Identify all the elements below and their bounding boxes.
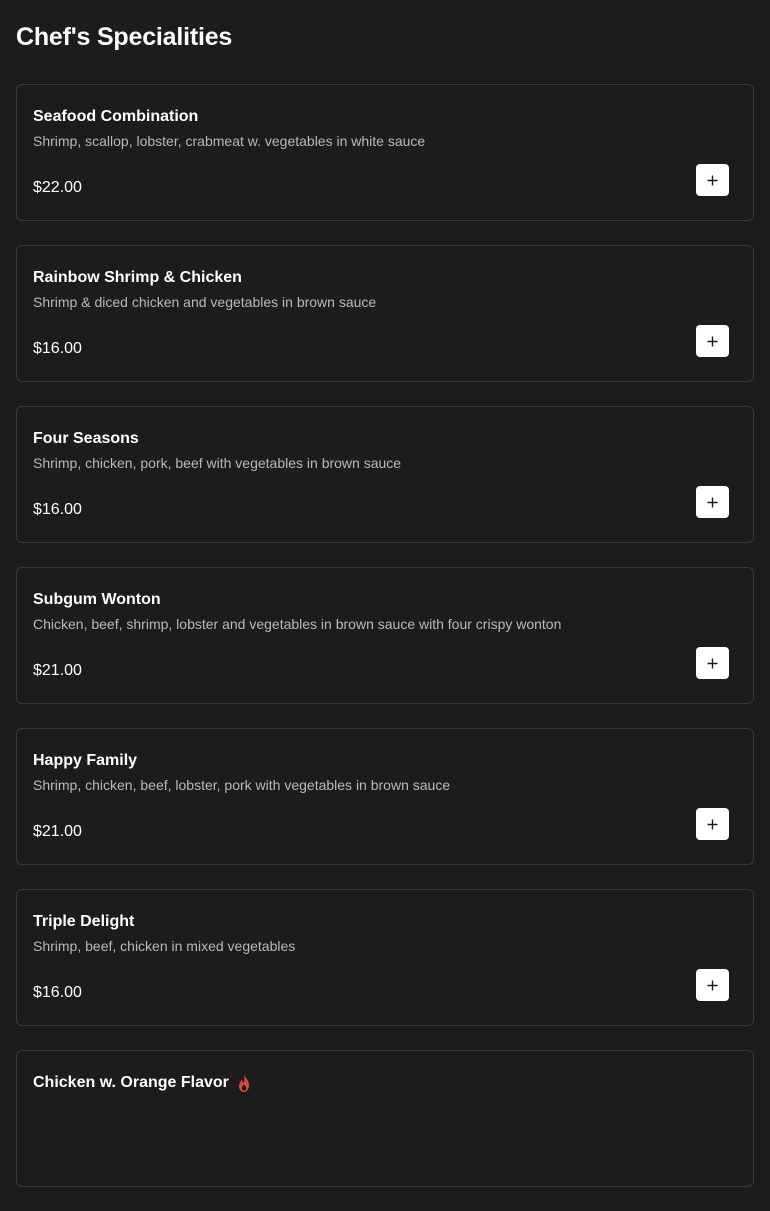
flame-icon: [238, 1074, 249, 1092]
item-name: Chicken w. Orange Flavor: [33, 1074, 229, 1091]
item-description: Shrimp, chicken, beef, lobster, pork wit…: [33, 777, 451, 793]
item-name: Rainbow Shrimp & Chicken: [33, 269, 242, 286]
add-to-cart-button[interactable]: [696, 486, 729, 518]
add-to-cart-button[interactable]: [696, 325, 729, 357]
item-price: $21.00: [33, 662, 82, 679]
menu-list: Seafood Combination Shrimp, scallop, lob…: [16, 84, 754, 1211]
add-to-cart-button[interactable]: [696, 808, 729, 840]
item-price: $16.00: [33, 501, 82, 518]
item-description: Shrimp, chicken, pork, beef with vegetab…: [33, 455, 402, 471]
item-name: Seafood Combination: [33, 108, 199, 125]
item-price: $16.00: [33, 984, 82, 1001]
item-description: Shrimp, beef, chicken in mixed vegetable…: [33, 938, 296, 954]
section-title: Chef's Specialities: [16, 23, 233, 51]
item-name: Happy Family: [33, 752, 138, 769]
item-name: Four Seasons: [33, 430, 139, 447]
add-to-cart-button[interactable]: [696, 969, 729, 1001]
plus-icon: [707, 980, 718, 990]
plus-icon: [707, 497, 718, 507]
add-to-cart-button[interactable]: [696, 164, 729, 196]
item-name: Triple Delight: [33, 913, 135, 930]
item-description: Chicken, beef, shrimp, lobster and veget…: [33, 616, 562, 632]
menu-item-card[interactable]: Seafood Combination Shrimp, scallop, lob…: [16, 84, 754, 221]
plus-icon: [707, 336, 718, 346]
item-price: $22.00: [33, 179, 82, 196]
item-description: Shrimp, scallop, lobster, crabmeat w. ve…: [33, 133, 426, 149]
item-description: Shrimp & diced chicken and vegetables in…: [33, 294, 377, 310]
menu-item-card[interactable]: Chicken w. Orange Flavor: [16, 1050, 754, 1187]
menu-item-card[interactable]: Subgum Wonton Chicken, beef, shrimp, lob…: [16, 567, 754, 704]
item-name-row: Chicken w. Orange Flavor: [33, 1073, 252, 1093]
add-to-cart-button[interactable]: [696, 647, 729, 679]
plus-icon: [707, 175, 718, 185]
menu-item-card[interactable]: Rainbow Shrimp & Chicken Shrimp & diced …: [16, 245, 754, 382]
item-price: $16.00: [33, 340, 82, 357]
menu-item-card[interactable]: Happy Family Shrimp, chicken, beef, lobs…: [16, 728, 754, 865]
item-name: Subgum Wonton: [33, 591, 161, 608]
item-price: $21.00: [33, 823, 82, 840]
plus-icon: [707, 819, 718, 829]
menu-item-card[interactable]: Triple Delight Shrimp, beef, chicken in …: [16, 889, 754, 1026]
plus-icon: [707, 658, 718, 668]
menu-item-card[interactable]: Four Seasons Shrimp, chicken, pork, beef…: [16, 406, 754, 543]
